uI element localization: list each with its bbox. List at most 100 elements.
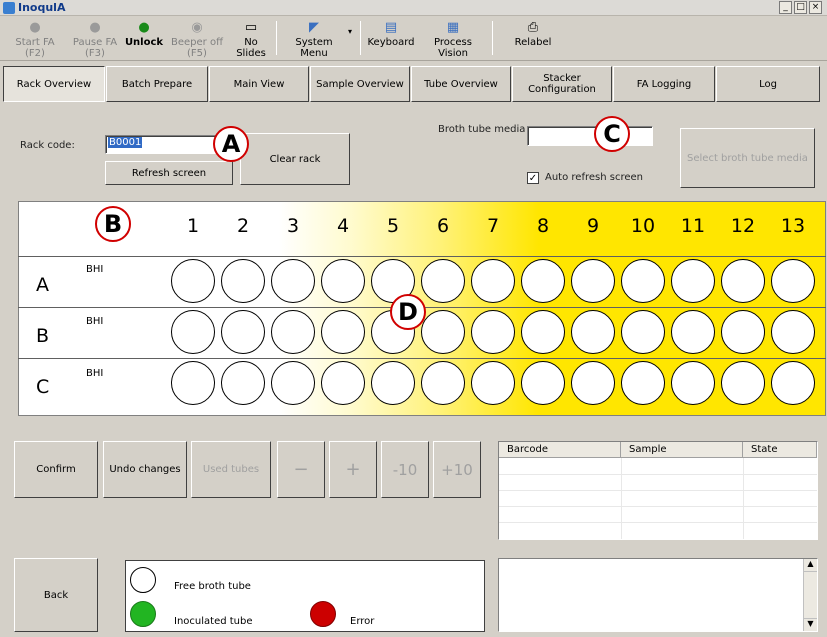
- tube-slot[interactable]: [721, 259, 765, 303]
- beeper-off-button[interactable]: ◉ Beeper off (F5): [166, 17, 228, 61]
- tube-slot[interactable]: [171, 361, 215, 405]
- callout-a: A: [213, 126, 249, 162]
- relabel-label: Relabel: [514, 37, 552, 48]
- unlock-icon: ●: [138, 20, 150, 35]
- tube-slot[interactable]: [321, 259, 365, 303]
- undo-changes-button[interactable]: Undo changes: [103, 441, 187, 498]
- minimize-button[interactable]: _: [779, 1, 792, 14]
- tube-slot[interactable]: [321, 310, 365, 354]
- log-scrollbar[interactable]: ▲ ▼: [803, 559, 817, 631]
- row-label-b: B: [36, 325, 50, 347]
- tube-slot[interactable]: [421, 310, 465, 354]
- tube-slot[interactable]: [671, 310, 715, 354]
- close-button[interactable]: ×: [809, 1, 822, 14]
- sample-table[interactable]: Barcode Sample State: [498, 441, 818, 540]
- start-fa-label: Start FA (F2): [15, 37, 55, 59]
- minus-ten-button[interactable]: -10: [381, 441, 429, 498]
- table-header-state[interactable]: State: [743, 442, 817, 458]
- no-slides-label: No Slides: [236, 37, 266, 59]
- scroll-up-icon[interactable]: ▲: [804, 559, 817, 572]
- pause-fa-label: Pause FA (F3): [72, 37, 118, 59]
- refresh-screen-button[interactable]: Refresh screen: [105, 161, 233, 185]
- tube-slot[interactable]: [271, 259, 315, 303]
- tube-slot[interactable]: [721, 310, 765, 354]
- plus-ten-button[interactable]: +10: [433, 441, 481, 498]
- tube-slot[interactable]: [421, 259, 465, 303]
- select-broth-media-button[interactable]: Select broth tube media: [680, 128, 815, 188]
- tube-slot[interactable]: [471, 361, 515, 405]
- tube-slot[interactable]: [521, 259, 565, 303]
- tube-slot[interactable]: [221, 361, 265, 405]
- title-bar: InoqulA _ □ ×: [0, 0, 827, 16]
- plus-button[interactable]: +: [329, 441, 377, 498]
- tube-slot[interactable]: [471, 310, 515, 354]
- table-column-line: [621, 458, 622, 539]
- clear-rack-button[interactable]: Clear rack: [240, 133, 350, 185]
- auto-refresh-checkbox[interactable]: ✓: [527, 172, 539, 184]
- scroll-down-icon[interactable]: ▼: [804, 618, 817, 631]
- confirm-button[interactable]: Confirm: [14, 441, 98, 498]
- tube-slot[interactable]: [221, 259, 265, 303]
- unlock-button[interactable]: ● Unlock: [124, 17, 164, 61]
- column-header: 5: [386, 215, 400, 237]
- tube-slot[interactable]: [621, 361, 665, 405]
- tube-slot[interactable]: [771, 310, 815, 354]
- tube-slot[interactable]: [521, 310, 565, 354]
- keyboard-icon: ▤: [384, 20, 398, 35]
- tube-slot[interactable]: [671, 259, 715, 303]
- tube-slot[interactable]: [421, 361, 465, 405]
- column-header: 7: [486, 215, 500, 237]
- start-fa-button[interactable]: ● Start FA (F2): [6, 17, 64, 61]
- used-tubes-button[interactable]: Used tubes: [191, 441, 271, 498]
- tube-slot[interactable]: [171, 310, 215, 354]
- system-menu-button[interactable]: ◤ System Menu: [282, 17, 346, 61]
- start-icon: ●: [29, 20, 41, 35]
- tab-main-view[interactable]: Main View: [209, 66, 309, 102]
- tube-slot[interactable]: [621, 259, 665, 303]
- tube-slot[interactable]: [221, 310, 265, 354]
- tab-batch-prepare[interactable]: Batch Prepare: [106, 66, 208, 102]
- tube-slot[interactable]: [571, 310, 615, 354]
- process-vision-button[interactable]: ▦ Process Vision: [418, 17, 488, 61]
- log-panel[interactable]: ▲ ▼: [498, 558, 818, 632]
- minus-button[interactable]: −: [277, 441, 325, 498]
- tube-slot[interactable]: [771, 361, 815, 405]
- tube-slot[interactable]: [271, 361, 315, 405]
- tab-rack-overview[interactable]: Rack Overview: [3, 66, 105, 102]
- tube-slot[interactable]: [371, 361, 415, 405]
- maximize-button[interactable]: □: [794, 1, 807, 14]
- tab-sample-overview[interactable]: Sample Overview: [310, 66, 410, 102]
- relabel-button[interactable]: ⎙ Relabel: [506, 17, 560, 61]
- process-vision-icon: ▦: [446, 20, 460, 35]
- tube-slot[interactable]: [521, 361, 565, 405]
- table-header-sample[interactable]: Sample: [621, 442, 743, 458]
- no-slides-button[interactable]: ▭ No Slides: [228, 17, 274, 61]
- tab-log[interactable]: Log: [716, 66, 820, 102]
- table-row: [499, 474, 817, 475]
- back-button[interactable]: Back: [14, 558, 98, 632]
- tube-slot[interactable]: [771, 259, 815, 303]
- tube-slot[interactable]: [321, 361, 365, 405]
- table-row: [499, 506, 817, 507]
- keyboard-button[interactable]: ▤ Keyboard: [366, 17, 416, 61]
- legend: Free broth tube Inoculated tube Error: [125, 560, 485, 632]
- tube-slot[interactable]: [271, 310, 315, 354]
- rack-code-label: Rack code:: [20, 140, 75, 151]
- slides-icon: ▭: [244, 20, 258, 35]
- broth-media-input[interactable]: [527, 126, 653, 146]
- table-header-barcode[interactable]: Barcode: [499, 442, 621, 458]
- tube-slot[interactable]: [571, 259, 615, 303]
- legend-error-label: Error: [350, 616, 375, 627]
- tube-slot[interactable]: [571, 361, 615, 405]
- tab-fa-logging[interactable]: FA Logging: [613, 66, 715, 102]
- tube-slot[interactable]: [171, 259, 215, 303]
- tube-slot[interactable]: [721, 361, 765, 405]
- pause-fa-button[interactable]: ● Pause FA (F3): [66, 17, 124, 61]
- tube-slot[interactable]: [671, 361, 715, 405]
- chevron-down-icon[interactable]: ▾: [348, 27, 352, 36]
- tab-tube-overview[interactable]: Tube Overview: [411, 66, 511, 102]
- tab-stacker-configuration[interactable]: Stacker Configuration: [512, 66, 612, 102]
- tube-slot[interactable]: [471, 259, 515, 303]
- column-header: 1: [186, 215, 200, 237]
- tube-slot[interactable]: [621, 310, 665, 354]
